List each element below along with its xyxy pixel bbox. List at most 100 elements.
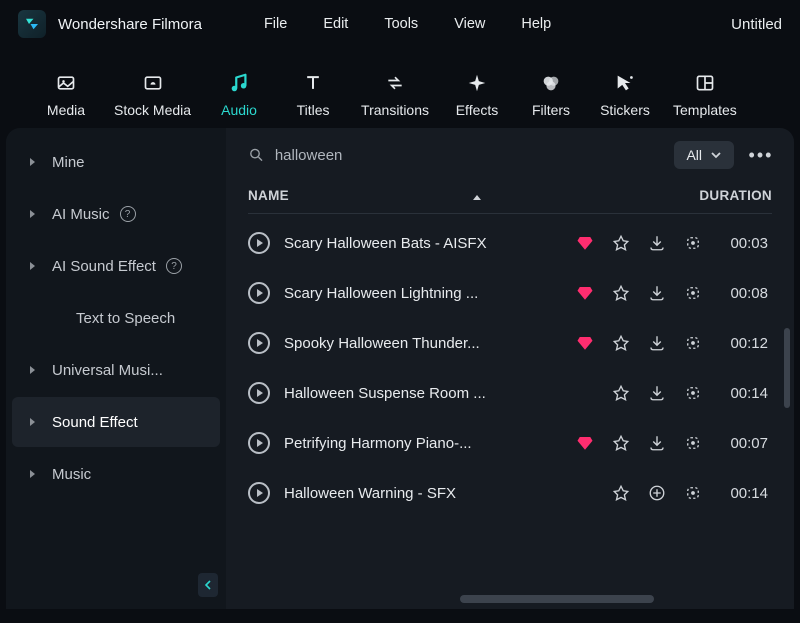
table-body: Scary Halloween Bats - AISFX00:03Scary H… [226,218,794,518]
top-nav: Media Stock Media Audio Titles Transitio… [0,48,800,128]
row-actions [576,334,702,352]
tab-stock-media[interactable]: Stock Media [114,72,191,118]
tab-label: Templates [673,102,737,118]
premium-icon [576,284,594,302]
project-title: Untitled [731,16,782,33]
download-button[interactable] [648,334,666,352]
help-icon[interactable]: ? [120,206,136,222]
table-row[interactable]: Scary Halloween Lightning ... 00:08 [226,268,790,318]
sort-asc-icon [473,195,481,200]
sidebar-item-mine[interactable]: Mine [12,137,220,187]
scrollbar-vertical[interactable] [784,328,790,408]
sidebar-item-label: Music [52,466,91,483]
title-bar: Wondershare Filmora File Edit Tools View… [0,0,800,48]
tab-label: Filters [532,102,570,118]
premium-icon [576,434,594,452]
favorite-button[interactable] [612,434,630,452]
favorite-button[interactable] [612,234,630,252]
search-input[interactable] [275,147,663,164]
ai-scan-button[interactable] [684,484,702,502]
ai-scan-button[interactable] [684,334,702,352]
tab-titles[interactable]: Titles [287,72,339,118]
tab-media[interactable]: Media [40,72,92,118]
duration: 00:08 [716,285,768,302]
swap-icon [382,72,408,94]
music-note-icon [226,72,252,94]
sidebar-item-ai-sound-effect[interactable]: AI Sound Effect ? [12,241,220,291]
menu-view[interactable]: View [454,16,485,32]
sparkle-icon [464,72,490,94]
download-button[interactable] [648,384,666,402]
tab-stickers[interactable]: Stickers [599,72,651,118]
premium-icon [576,234,594,252]
download-button[interactable] [648,234,666,252]
tab-templates[interactable]: Templates [673,72,737,118]
favorite-button[interactable] [612,384,630,402]
search-row: All ••• [226,128,794,176]
ai-scan-button[interactable] [684,434,702,452]
menu-file[interactable]: File [264,16,287,32]
menu-help[interactable]: Help [521,16,551,32]
table-row[interactable]: Scary Halloween Bats - AISFX00:03 [226,218,790,268]
table-row[interactable]: Petrifying Harmony Piano-... 00:07 [226,418,790,468]
favorite-button[interactable] [612,334,630,352]
search-icon [248,146,265,164]
sidebar-item-universal-music[interactable]: Universal Musi... [12,345,220,395]
premium-icon [576,334,594,352]
download-button[interactable] [648,284,666,302]
tab-transitions[interactable]: Transitions [361,72,429,118]
app-logo [18,10,46,38]
menu-tools[interactable]: Tools [384,16,418,32]
play-button[interactable] [248,482,270,504]
add-button[interactable] [648,484,666,502]
search-box [248,146,662,164]
menu-edit[interactable]: Edit [323,16,348,32]
column-name[interactable]: NAME [248,188,686,203]
chevron-right-icon [30,470,35,478]
duration: 00:07 [716,435,768,452]
table-row[interactable]: Spooky Halloween Thunder...00:12 [226,318,790,368]
help-icon[interactable]: ? [166,258,182,274]
play-button[interactable] [248,382,270,404]
play-button[interactable] [248,332,270,354]
ai-scan-button[interactable] [684,284,702,302]
tab-effects[interactable]: Effects [451,72,503,118]
sidebar-item-label: AI Sound Effect [52,258,156,275]
more-button[interactable]: ••• [746,140,776,170]
track-title: Petrifying Harmony Piano-... [284,435,514,452]
track-title: Scary Halloween Lightning ... [284,285,514,302]
chevron-left-icon [203,580,213,590]
menubar: File Edit Tools View Help [264,16,551,32]
track-title: Halloween Suspense Room ... [284,385,514,402]
column-duration[interactable]: DURATION [686,188,772,203]
row-actions [612,484,702,502]
duration: 00:12 [716,335,768,352]
favorite-button[interactable] [612,284,630,302]
sidebar-item-label: Universal Musi... [52,362,163,379]
sidebar-item-ai-music[interactable]: AI Music ? [12,189,220,239]
chevron-down-icon [710,149,722,161]
table-row[interactable]: Halloween Warning - SFX00:14 [226,468,790,518]
tab-audio[interactable]: Audio [213,72,265,118]
play-button[interactable] [248,282,270,304]
sidebar-item-sound-effect[interactable]: Sound Effect [12,397,220,447]
download-button[interactable] [648,434,666,452]
row-actions [576,434,702,452]
table-row[interactable]: Halloween Suspense Room ...00:14 [226,368,790,418]
filter-dropdown[interactable]: All [674,141,734,169]
tab-label: Stickers [600,102,650,118]
play-button[interactable] [248,432,270,454]
ai-scan-button[interactable] [684,234,702,252]
ai-scan-button[interactable] [684,384,702,402]
scrollbar-horizontal[interactable] [460,595,654,603]
collapse-sidebar-button[interactable] [198,573,218,597]
venn-icon [538,72,564,94]
favorite-button[interactable] [612,484,630,502]
tab-label: Stock Media [114,102,191,118]
tab-filters[interactable]: Filters [525,72,577,118]
play-button[interactable] [248,232,270,254]
sidebar-item-music[interactable]: Music [12,449,220,499]
sidebar-item-text-to-speech[interactable]: Text to Speech [12,293,220,343]
chevron-right-icon [30,418,35,426]
cursor-sparkle-icon [612,72,638,94]
